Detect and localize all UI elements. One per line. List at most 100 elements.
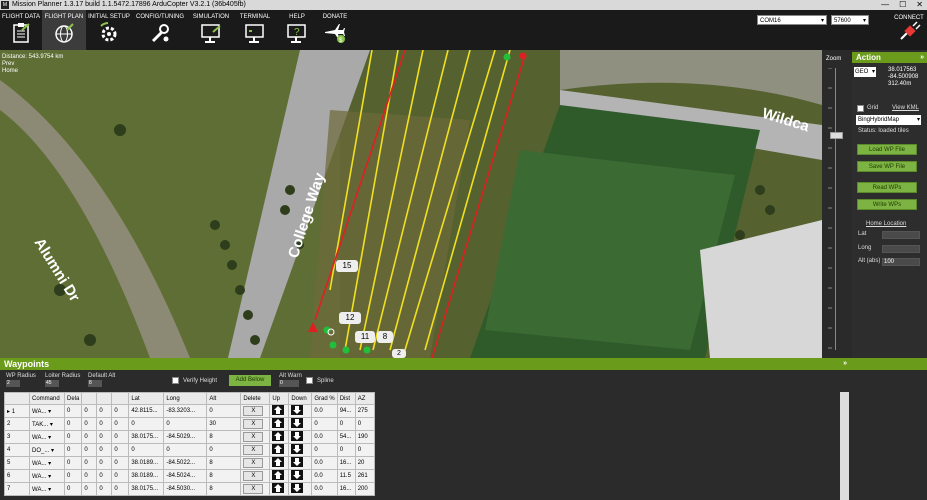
table-row[interactable]: ▸ 1 WA... ▾ 0 0 0 0 42.8115... -83.3203... 0 X 0.0… bbox=[4, 404, 375, 418]
load-wp-file-button[interactable]: Load WP File bbox=[857, 144, 917, 155]
chevron-down-icon[interactable]: ▾ bbox=[46, 461, 51, 467]
dist-cell[interactable]: 54... bbox=[336, 430, 356, 444]
lat-cell[interactable]: 0 bbox=[128, 443, 165, 457]
param-cell[interactable]: 0 bbox=[111, 404, 130, 418]
param-cell[interactable]: 0 bbox=[81, 430, 98, 444]
command-cell[interactable]: TAK... ▾ bbox=[29, 417, 65, 431]
lat-cell[interactable]: 42.8115... bbox=[128, 404, 165, 418]
delete-row-button[interactable]: X bbox=[243, 445, 264, 455]
az-cell[interactable]: 20 bbox=[354, 456, 375, 470]
connect-button[interactable]: CONNECT bbox=[893, 12, 925, 50]
home-lat-input[interactable] bbox=[882, 231, 920, 239]
move-down-icon[interactable] bbox=[291, 483, 304, 493]
home-alt-input[interactable]: 100 bbox=[882, 258, 920, 266]
alt-cell[interactable]: 0 bbox=[206, 404, 242, 418]
param-cell[interactable]: 0 bbox=[81, 482, 98, 496]
az-cell[interactable]: 0 bbox=[354, 443, 375, 457]
param-cell[interactable]: 0 bbox=[81, 456, 98, 470]
alt-cell[interactable]: 8 bbox=[206, 456, 242, 470]
prev-link[interactable]: Prev bbox=[2, 61, 63, 68]
row-number[interactable]: 5 bbox=[4, 456, 30, 470]
move-up-icon[interactable] bbox=[272, 483, 285, 493]
long-cell[interactable]: -84.5022... bbox=[163, 456, 208, 470]
param-cell[interactable]: 0 bbox=[111, 430, 130, 444]
move-up-icon[interactable] bbox=[272, 444, 285, 454]
com-port-select[interactable]: COM16 ▾ bbox=[757, 15, 827, 25]
lat-cell[interactable]: 38.0175... bbox=[128, 430, 165, 444]
move-down-icon[interactable] bbox=[291, 405, 304, 415]
baud-rate-select[interactable]: 57600 ▾ bbox=[831, 15, 869, 25]
row-number[interactable]: 7 bbox=[4, 482, 30, 496]
long-cell[interactable]: 0 bbox=[163, 443, 208, 457]
dist-cell[interactable]: 94... bbox=[336, 404, 356, 418]
table-row[interactable]: 2 TAK... ▾ 0 0 0 0 0 0 30 X 0 0 0 bbox=[4, 417, 375, 431]
param-cell[interactable]: 0 bbox=[81, 417, 98, 431]
param-cell[interactable]: 0 bbox=[96, 469, 113, 483]
row-number[interactable]: 2 bbox=[4, 417, 30, 431]
chevron-down-icon[interactable]: ▾ bbox=[46, 409, 51, 415]
param-cell[interactable]: 0 bbox=[63, 469, 83, 483]
delete-row-button[interactable]: X bbox=[243, 471, 264, 481]
az-cell[interactable]: 275 bbox=[354, 404, 375, 418]
long-cell[interactable]: -84.5030... bbox=[163, 482, 208, 496]
collapse-icon[interactable]: » bbox=[843, 358, 847, 370]
param-cell[interactable]: 0 bbox=[96, 443, 113, 457]
save-wp-file-button[interactable]: Save WP File bbox=[857, 161, 917, 172]
az-cell[interactable]: 200 bbox=[354, 482, 375, 496]
long-cell[interactable]: 0 bbox=[163, 417, 208, 431]
tab-config-tuning[interactable]: CONFIG/TUNING bbox=[132, 10, 188, 50]
row-number[interactable]: 4 bbox=[4, 443, 30, 457]
param-cell[interactable]: 0 bbox=[111, 482, 130, 496]
param-cell[interactable]: 0 bbox=[63, 430, 83, 444]
add-below-button[interactable]: Add Below bbox=[229, 375, 271, 386]
view-kml-link[interactable]: View KML bbox=[892, 105, 919, 111]
row-number[interactable]: 3 bbox=[4, 430, 30, 444]
move-down-icon[interactable] bbox=[291, 431, 304, 441]
spline-checkbox[interactable] bbox=[306, 377, 313, 384]
dist-cell[interactable]: 16... bbox=[336, 456, 356, 470]
tab-donate[interactable]: DONATE $ bbox=[318, 10, 352, 50]
waypoint-label[interactable]: 15 bbox=[336, 260, 358, 272]
param-cell[interactable]: 0 bbox=[63, 404, 83, 418]
command-cell[interactable]: WA... ▾ bbox=[29, 404, 65, 418]
param-cell[interactable]: 0 bbox=[63, 456, 83, 470]
az-cell[interactable]: 0 bbox=[354, 417, 375, 431]
move-down-icon[interactable] bbox=[291, 470, 304, 480]
grad-cell[interactable]: 0.0 bbox=[311, 469, 338, 483]
chevron-down-icon[interactable]: ▾ bbox=[46, 487, 51, 493]
read-wps-button[interactable]: Read WPs bbox=[857, 182, 917, 193]
close-button[interactable]: ✕ bbox=[916, 0, 923, 10]
minimize-button[interactable]: — bbox=[881, 0, 889, 10]
command-cell[interactable]: WA... ▾ bbox=[29, 469, 65, 483]
chevron-down-icon[interactable]: ▾ bbox=[46, 435, 51, 441]
delete-row-button[interactable]: X bbox=[243, 458, 264, 468]
alt-cell[interactable]: 30 bbox=[206, 417, 242, 431]
param-cell[interactable]: 0 bbox=[96, 417, 113, 431]
write-wps-button[interactable]: Write WPs bbox=[857, 199, 917, 210]
home-long-input[interactable] bbox=[882, 245, 920, 253]
zoom-slider-thumb[interactable] bbox=[830, 132, 843, 139]
tab-flight-plan[interactable]: FLIGHT PLAN bbox=[42, 10, 86, 50]
maximize-button[interactable]: ☐ bbox=[899, 0, 906, 10]
param-cell[interactable]: 0 bbox=[96, 482, 113, 496]
move-down-icon[interactable] bbox=[291, 444, 304, 454]
tab-terminal[interactable]: TERMINAL bbox=[234, 10, 276, 50]
loiter-radius-input[interactable]: 45 bbox=[45, 380, 59, 387]
home-link[interactable]: Home bbox=[2, 68, 63, 75]
chevron-down-icon[interactable]: ▾ bbox=[49, 448, 54, 454]
delete-row-button[interactable]: X bbox=[243, 432, 264, 442]
alt-cell[interactable]: 8 bbox=[206, 469, 242, 483]
map-view[interactable]: Distance: 543.9754 km Prev Home College … bbox=[0, 50, 822, 358]
alt-warn-input[interactable]: 0 bbox=[279, 380, 299, 387]
move-down-icon[interactable] bbox=[291, 457, 304, 467]
param-cell[interactable]: 0 bbox=[96, 456, 113, 470]
wp-radius-input[interactable]: 2 bbox=[6, 380, 20, 387]
delete-row-button[interactable]: X bbox=[243, 484, 264, 494]
collapse-icon[interactable]: » bbox=[920, 52, 924, 63]
param-cell[interactable]: 0 bbox=[96, 404, 113, 418]
param-cell[interactable]: 0 bbox=[111, 469, 130, 483]
lat-cell[interactable]: 38.0175... bbox=[128, 482, 165, 496]
param-cell[interactable]: 0 bbox=[81, 404, 98, 418]
tab-help[interactable]: HELP ? bbox=[276, 10, 318, 50]
grad-cell[interactable]: 0 bbox=[311, 417, 338, 431]
